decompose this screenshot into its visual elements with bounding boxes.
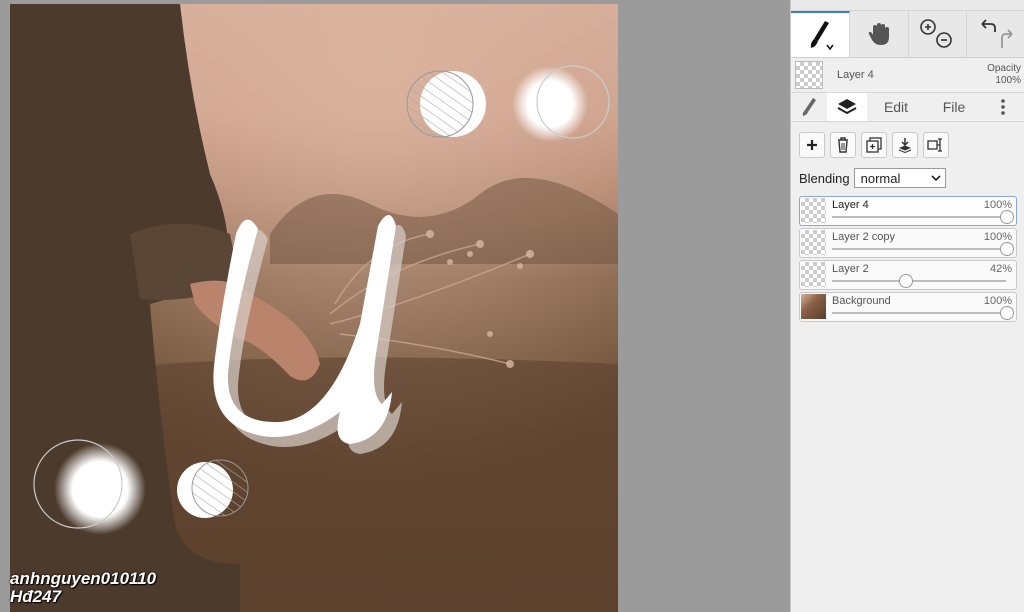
- layer-properties-button[interactable]: [923, 132, 949, 158]
- opacity-label: Opacity: [987, 63, 1021, 74]
- layer-opacity-slider[interactable]: [832, 306, 1014, 320]
- current-layer-opacity[interactable]: Opacity 100%: [987, 63, 1021, 87]
- slider-knob[interactable]: [1000, 242, 1014, 256]
- panel-tabs: Edit File: [791, 93, 1024, 122]
- panel-top-strip: [791, 0, 1024, 11]
- trash-icon: [838, 137, 848, 153]
- layer-row[interactable]: Layer 4 100%: [799, 196, 1017, 226]
- opacity-value: 100%: [995, 75, 1021, 86]
- layer-name: Layer 2 copy: [832, 231, 895, 243]
- duplicate-icon: [866, 137, 882, 153]
- tool-panel: Layer 4 Opacity 100% Edit File Blending …: [790, 0, 1024, 612]
- layer-thumbnail: [801, 198, 826, 223]
- layer-actions: [791, 122, 1024, 164]
- layers-icon: [837, 99, 857, 115]
- blending-row: Blending normal: [791, 164, 1024, 192]
- slider-knob[interactable]: [899, 274, 914, 288]
- tab-layers[interactable]: [827, 93, 867, 121]
- hand-tool-button[interactable]: [849, 11, 909, 57]
- layer-opacity-slider[interactable]: [832, 210, 1014, 224]
- blending-select[interactable]: normal: [853, 168, 946, 188]
- layer-opacity-slider[interactable]: [832, 242, 1014, 256]
- artwork: [10, 4, 618, 612]
- delete-layer-button[interactable]: [830, 132, 856, 158]
- layer-name: Background: [832, 295, 891, 307]
- watermark: anhnguyen010110 Hđ247: [10, 570, 156, 606]
- more-vertical-icon: [1001, 99, 1005, 115]
- merge-down-icon: [898, 138, 912, 153]
- brush-tab-icon: [802, 98, 816, 116]
- layer-thumbnail: [801, 230, 826, 255]
- slider-knob[interactable]: [1000, 210, 1014, 224]
- layer-row[interactable]: Layer 2 copy 100%: [799, 228, 1017, 258]
- more-menu-button[interactable]: [983, 93, 1023, 121]
- layer-opacity-slider[interactable]: [832, 274, 1006, 288]
- tab-brush[interactable]: [791, 93, 827, 121]
- slider-knob[interactable]: [1000, 306, 1014, 320]
- current-layer-name: Layer 4: [837, 69, 874, 81]
- hand-icon: [868, 23, 889, 45]
- toolbar: [791, 11, 1024, 58]
- add-layer-button[interactable]: [799, 132, 825, 158]
- current-layer-thumbnail: [795, 61, 823, 89]
- layer-properties-icon: [927, 138, 942, 152]
- layer-thumbnail: [801, 294, 826, 319]
- zoom-icon: [920, 19, 953, 48]
- tab-file[interactable]: File: [925, 93, 983, 121]
- undo-redo-icon: [981, 19, 1013, 48]
- layer-name: Layer 2: [832, 263, 869, 275]
- layer-name: Layer 4: [832, 199, 869, 211]
- current-layer-info: Layer 4 Opacity 100%: [791, 58, 1024, 93]
- merge-down-button[interactable]: [892, 132, 918, 158]
- watermark-line-1: anhnguyen010110: [10, 569, 157, 588]
- blending-label: Blending: [799, 170, 850, 186]
- layer-row[interactable]: Background 100%: [799, 292, 1017, 322]
- layer-opacity-percent: 42%: [989, 263, 1012, 275]
- chevron-down-icon: [931, 175, 941, 182]
- plus-icon: [807, 140, 817, 150]
- brush-icon: [810, 21, 834, 51]
- tab-edit[interactable]: Edit: [867, 93, 925, 121]
- canvas-workspace[interactable]: anhnguyen010110 Hđ247: [0, 0, 790, 612]
- undo-redo-button[interactable]: [967, 11, 1024, 57]
- layer-list: Layer 4 100% Layer 2 copy 100% Layer 2 4…: [791, 192, 1024, 328]
- artboard-image[interactable]: [10, 4, 618, 612]
- blending-value: normal: [860, 170, 901, 186]
- layer-thumbnail: [801, 262, 826, 287]
- watermark-line-2: Hđ247: [10, 587, 62, 606]
- duplicate-layer-button[interactable]: [861, 132, 887, 158]
- layer-row[interactable]: Layer 2 42%: [799, 260, 1017, 290]
- zoom-tool-button[interactable]: [908, 11, 968, 57]
- brush-tool-button[interactable]: [791, 11, 850, 57]
